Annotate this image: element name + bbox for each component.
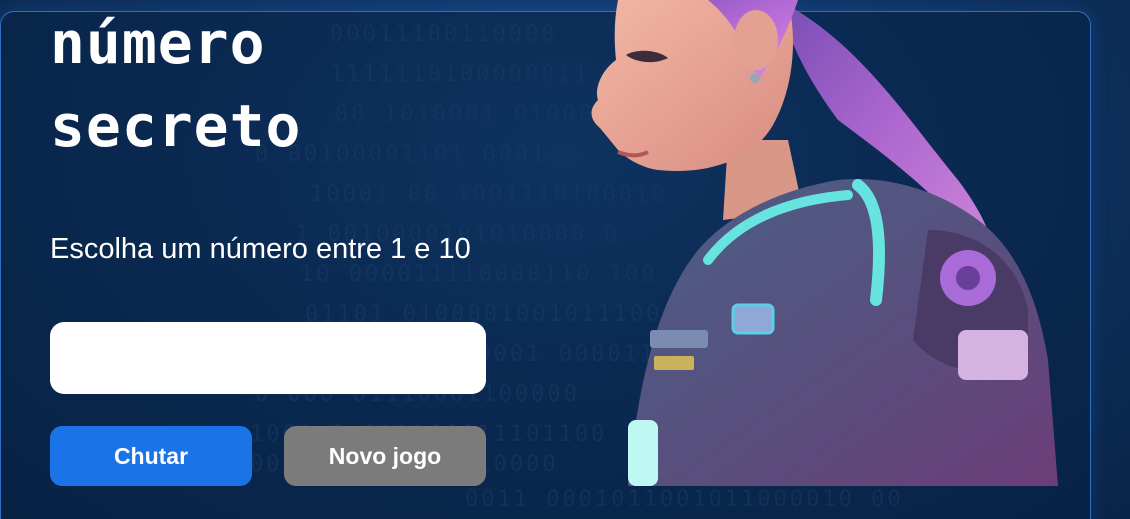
title-line-1: número (50, 9, 266, 77)
instruction-text: Escolha um número entre 1 e 10 (50, 233, 471, 265)
cyberpunk-girl-illustration (558, 0, 1076, 486)
title-line-2: secreto (50, 92, 302, 160)
new-game-button[interactable]: Novo jogo (284, 426, 486, 486)
guess-button[interactable]: Chutar (50, 426, 252, 486)
guess-input[interactable] (50, 322, 486, 394)
page-title: número secreto (50, 2, 301, 168)
